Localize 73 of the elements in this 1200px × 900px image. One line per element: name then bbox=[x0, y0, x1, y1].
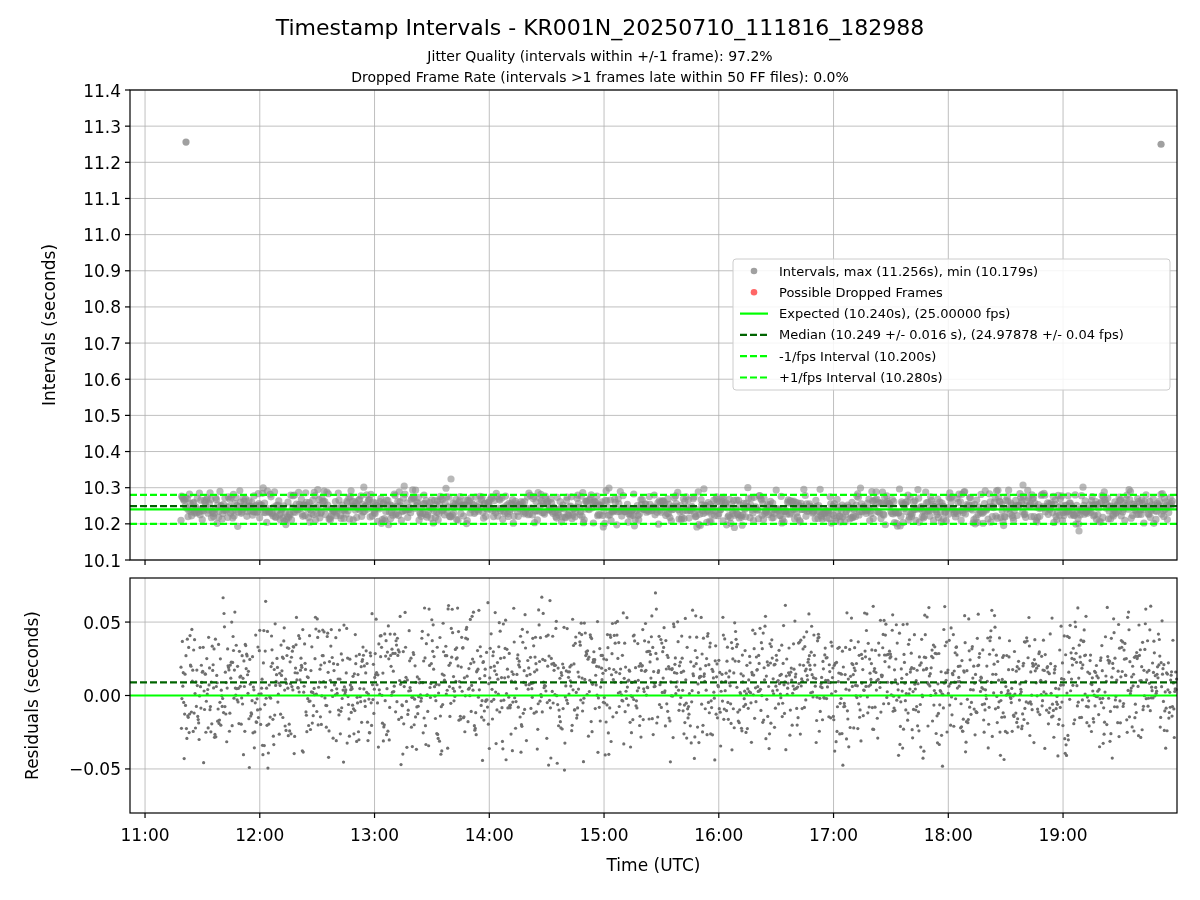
y-tick-label: 10.1 bbox=[83, 550, 121, 571]
tick-mark bbox=[144, 559, 146, 566]
y-tick-label: 11.0 bbox=[83, 225, 121, 246]
tick-mark bbox=[124, 768, 131, 770]
chart-subtitle: Dropped Frame Rate (intervals >1 frames late within 50 FF files): 0.0% bbox=[351, 68, 849, 87]
y-tick-label: 0.00 bbox=[83, 686, 121, 706]
tick-mark bbox=[124, 559, 131, 561]
tick-mark bbox=[947, 559, 949, 566]
y-tick-label: 10.5 bbox=[83, 405, 121, 426]
y-tick-label: 11.3 bbox=[83, 116, 121, 137]
tick-mark bbox=[124, 378, 131, 380]
tick-mark bbox=[259, 559, 261, 566]
x-tick-label: 13:00 bbox=[350, 825, 400, 845]
x-tick-label: 16:00 bbox=[694, 825, 744, 845]
legend-label: -1/fps Interval (10.200s) bbox=[779, 348, 937, 364]
y-tick-label: 0.05 bbox=[83, 612, 121, 633]
x-tick-label: 11:00 bbox=[120, 825, 170, 845]
y-tick-label: −0.05 bbox=[68, 759, 121, 780]
tick-mark bbox=[124, 306, 131, 308]
tick-mark bbox=[373, 812, 376, 819]
tick-mark bbox=[832, 812, 835, 819]
tick-mark bbox=[947, 812, 949, 819]
y-tick-label: 11.4 bbox=[83, 80, 121, 101]
tick-mark bbox=[124, 161, 131, 163]
y-axis-label: Residuals (seconds) bbox=[22, 611, 42, 780]
tick-mark bbox=[124, 197, 131, 200]
tick-mark bbox=[124, 487, 131, 489]
tick-mark bbox=[603, 559, 605, 566]
x-tick-label: 19:00 bbox=[1038, 825, 1088, 845]
tick-mark bbox=[603, 812, 605, 819]
x-axis-label: Time (UTC) bbox=[606, 855, 701, 875]
legend-label: Possible Dropped Frames bbox=[779, 284, 943, 300]
legend-label: Expected (10.240s), (25.00000 fps) bbox=[779, 306, 1011, 322]
tick-mark bbox=[124, 694, 131, 697]
tick-mark bbox=[124, 270, 131, 272]
tick-mark bbox=[718, 812, 720, 819]
legend-label: +1/fps Interval (10.280s) bbox=[779, 370, 943, 385]
tick-mark bbox=[124, 234, 131, 236]
tick-mark bbox=[144, 812, 146, 819]
tick-mark bbox=[373, 559, 376, 566]
tick-mark bbox=[124, 89, 131, 91]
tick-mark bbox=[488, 812, 490, 819]
tick-mark bbox=[124, 342, 131, 344]
tick-mark bbox=[832, 559, 835, 566]
y-tick-label: 10.8 bbox=[83, 297, 121, 318]
tick-mark bbox=[124, 523, 131, 525]
y-axis-label: Intervals (seconds) bbox=[39, 243, 59, 407]
y-tick-label: 10.6 bbox=[83, 369, 121, 390]
x-tick-label: 12:00 bbox=[235, 825, 285, 845]
tick-mark bbox=[259, 812, 261, 819]
tick-mark bbox=[1062, 812, 1064, 819]
legend-label: Median (10.249 +/- 0.016 s), (24.97878 +/- 0.04 fps) bbox=[779, 327, 1124, 343]
y-tick-label: 11.2 bbox=[83, 152, 121, 173]
tick-mark bbox=[488, 559, 490, 566]
tick-mark bbox=[1062, 559, 1064, 566]
chart-subtitle: Jitter Quality (intervals within +/-1 frame): 97.2% bbox=[427, 47, 773, 66]
legend-label: Intervals, max (11.256s), min (10.179s) bbox=[779, 263, 1038, 279]
tick-mark bbox=[124, 621, 131, 623]
y-tick-label: 10.2 bbox=[83, 514, 121, 535]
x-tick-label: 15:00 bbox=[579, 825, 629, 845]
tick-mark bbox=[718, 559, 720, 566]
y-tick-label: 10.7 bbox=[83, 333, 121, 354]
x-tick-label: 17:00 bbox=[809, 825, 859, 845]
y-tick-label: 11.1 bbox=[83, 188, 121, 209]
tick-mark bbox=[124, 125, 131, 127]
tick-mark bbox=[124, 414, 131, 416]
tick-mark bbox=[124, 450, 131, 453]
x-tick-label: 18:00 bbox=[923, 825, 973, 845]
y-tick-label: 10.3 bbox=[83, 478, 121, 499]
y-tick-label: 10.4 bbox=[83, 442, 121, 463]
y-tick-label: 10.9 bbox=[83, 261, 121, 282]
chart-title: Timestamp Intervals - KR001N_20250710_111816_182988 bbox=[275, 15, 925, 41]
x-tick-label: 14:00 bbox=[464, 825, 514, 845]
